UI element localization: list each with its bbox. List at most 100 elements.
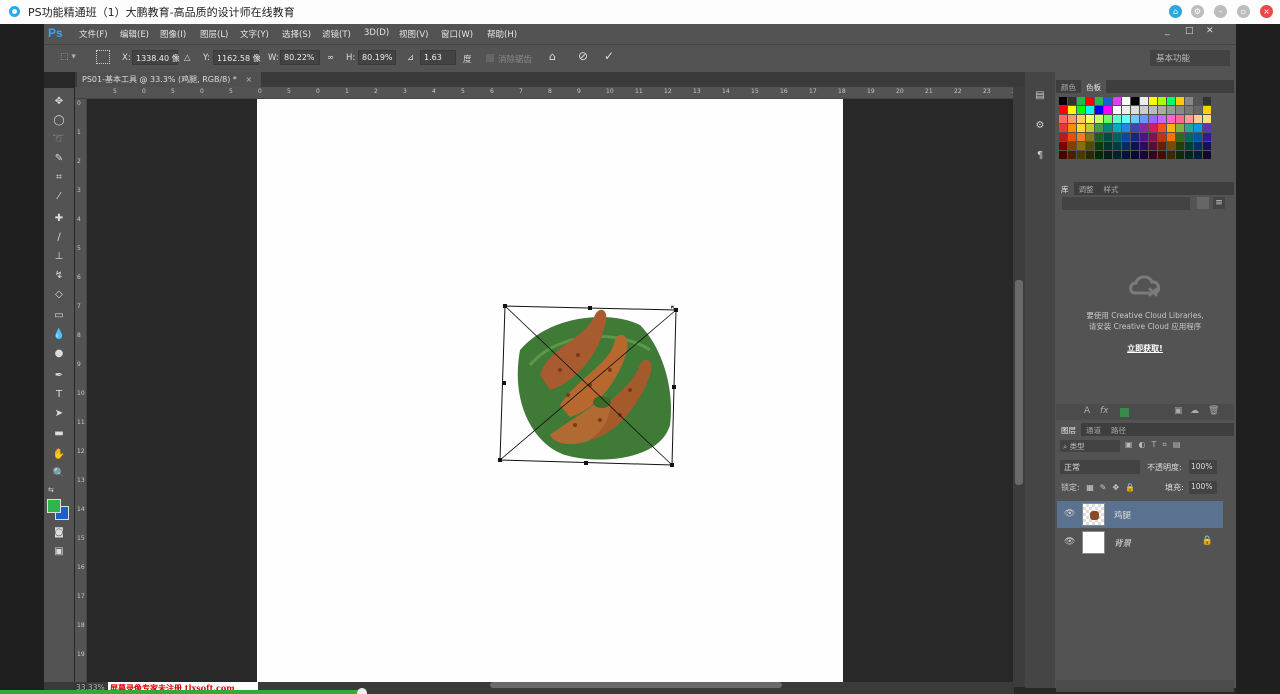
color-swatch[interactable] xyxy=(1113,106,1121,114)
color-swatch[interactable] xyxy=(1086,97,1094,105)
antialias-checkbox[interactable] xyxy=(486,54,494,62)
color-swatch[interactable] xyxy=(1158,124,1166,132)
color-swatch[interactable] xyxy=(1068,151,1076,159)
character-panel-icon[interactable]: ¶ xyxy=(1033,150,1047,164)
screen-mode-icon[interactable]: ▣ xyxy=(51,545,67,559)
horizontal-scroll-thumb[interactable] xyxy=(490,682,782,688)
color-swatch[interactable] xyxy=(1059,151,1067,159)
color-swatch[interactable] xyxy=(1077,151,1085,159)
color-swatch[interactable] xyxy=(1122,115,1130,123)
color-swatch[interactable] xyxy=(1113,133,1121,141)
tab-styles[interactable]: 样式 xyxy=(1099,182,1124,195)
tab-adjustments[interactable]: 调整 xyxy=(1074,182,1099,195)
color-swatch[interactable] xyxy=(1095,142,1103,150)
swap-colors-icon[interactable]: ⇆ xyxy=(48,486,54,494)
visibility-eye-icon[interactable]: 👁 xyxy=(1064,537,1075,547)
history-panel-icon[interactable]: ▤ xyxy=(1033,90,1047,104)
color-swatch[interactable] xyxy=(1185,106,1193,114)
color-swatch[interactable] xyxy=(1158,133,1166,141)
color-swatch[interactable] xyxy=(1077,97,1085,105)
workspace-select[interactable]: 基本功能 xyxy=(1150,50,1230,66)
color-swatch[interactable] xyxy=(1140,133,1148,141)
color-swatch[interactable] xyxy=(1158,115,1166,123)
color-swatch[interactable] xyxy=(1095,106,1103,114)
marquee-tool-icon[interactable]: ◯ xyxy=(51,114,67,128)
eraser-tool-icon[interactable]: ◇ xyxy=(51,288,67,302)
color-swatch[interactable] xyxy=(1095,115,1103,123)
tab-swatches[interactable]: 色板 xyxy=(1081,80,1106,93)
color-swatch[interactable] xyxy=(1167,124,1175,132)
layer-filter-select[interactable]: ⌕ 类型 xyxy=(1060,440,1120,452)
color-swatch[interactable] xyxy=(1185,142,1193,150)
color-swatch[interactable] xyxy=(1122,151,1130,159)
warp-icon[interactable]: ⌂ xyxy=(549,50,556,63)
color-swatch[interactable] xyxy=(1122,124,1130,132)
color-swatch[interactable] xyxy=(1086,124,1094,132)
sync-icon[interactable]: ☁ xyxy=(1190,406,1199,416)
color-swatch[interactable] xyxy=(1194,142,1202,150)
link-icon[interactable]: ∞ xyxy=(327,53,334,63)
color-swatch[interactable] xyxy=(1158,106,1166,114)
menu-image[interactable]: 图像(I) xyxy=(160,28,186,40)
quick-mask-icon[interactable]: ◙ xyxy=(51,526,67,540)
quick-select-tool-icon[interactable]: ✎ xyxy=(51,152,67,166)
close-icon[interactable]: × xyxy=(1260,5,1273,18)
color-swatch[interactable] xyxy=(1131,106,1139,114)
stock-icon[interactable]: ▣ xyxy=(1174,406,1183,416)
cancel-transform-icon[interactable]: ⊘ xyxy=(578,49,588,63)
color-swatch[interactable] xyxy=(1095,133,1103,141)
color-swatch[interactable] xyxy=(1167,97,1175,105)
color-swatch[interactable] xyxy=(1077,106,1085,114)
menu-select[interactable]: 选择(S) xyxy=(282,28,311,40)
menu-help[interactable]: 帮助(H) xyxy=(487,28,517,40)
color-swatch[interactable] xyxy=(1068,97,1076,105)
healing-brush-tool-icon[interactable]: ✚ xyxy=(51,212,67,226)
color-swatch[interactable] xyxy=(1059,106,1067,114)
settings-icon[interactable]: ⚙ xyxy=(1191,5,1204,18)
color-swatch[interactable] xyxy=(1176,142,1184,150)
y-field[interactable]: 1162.58 像 xyxy=(213,50,261,65)
color-swatch[interactable] xyxy=(1059,124,1067,132)
color-swatch[interactable] xyxy=(1176,133,1184,141)
color-swatch[interactable] xyxy=(1167,115,1175,123)
delta-icon[interactable]: △ xyxy=(184,53,191,63)
color-swatch[interactable] xyxy=(1203,124,1211,132)
color-swatch[interactable] xyxy=(1149,106,1157,114)
color-swatch[interactable] xyxy=(1203,142,1211,150)
layer-row-chicken[interactable]: 👁 鸡腿 xyxy=(1057,501,1223,528)
menu-layer[interactable]: 图层(L) xyxy=(200,28,228,40)
color-swatch[interactable] xyxy=(1059,142,1067,150)
color-swatch[interactable] xyxy=(1203,106,1211,114)
menu-3d[interactable]: 3D(D) xyxy=(364,28,389,38)
fx-icon[interactable]: fx xyxy=(1100,406,1109,416)
color-swatch[interactable] xyxy=(1194,133,1202,141)
color-swatch[interactable] xyxy=(1194,124,1202,132)
tab-layers[interactable]: 图层 xyxy=(1056,423,1081,436)
color-swatch[interactable] xyxy=(1068,115,1076,123)
width-field[interactable]: 80.22% xyxy=(280,50,320,65)
menu-filter[interactable]: 滤镜(T) xyxy=(322,28,351,40)
color-swatch[interactable] xyxy=(1131,142,1139,150)
vertical-scroll-thumb[interactable] xyxy=(1015,280,1023,485)
get-it-now-link[interactable]: 立即获取! xyxy=(1060,343,1230,354)
color-swatch[interactable] xyxy=(1149,124,1157,132)
color-swatch[interactable] xyxy=(1086,151,1094,159)
color-swatch[interactable] xyxy=(1140,142,1148,150)
tab-color[interactable]: 颜色 xyxy=(1056,80,1081,93)
blur-tool-icon[interactable]: 💧 xyxy=(51,328,67,342)
height-field[interactable]: 80.19% xyxy=(358,50,396,65)
menu-view[interactable]: 视图(V) xyxy=(399,28,428,40)
blend-mode-select[interactable]: 正常 xyxy=(1060,460,1140,474)
color-swatch[interactable] xyxy=(1104,151,1112,159)
tab-libraries[interactable]: 库 xyxy=(1056,182,1074,195)
menu-edit[interactable]: 编辑(E) xyxy=(120,28,149,40)
color-swatch[interactable] xyxy=(1167,151,1175,159)
color-swatch[interactable] xyxy=(1149,142,1157,150)
color-swatch[interactable] xyxy=(1059,115,1067,123)
color-swatch[interactable] xyxy=(1185,124,1193,132)
color-swatch[interactable] xyxy=(1140,97,1148,105)
move-tool-icon[interactable]: ✥ xyxy=(51,95,67,109)
color-swatch[interactable] xyxy=(1122,133,1130,141)
color-swatch[interactable] xyxy=(1131,115,1139,123)
color-swatch[interactable] xyxy=(1113,97,1121,105)
